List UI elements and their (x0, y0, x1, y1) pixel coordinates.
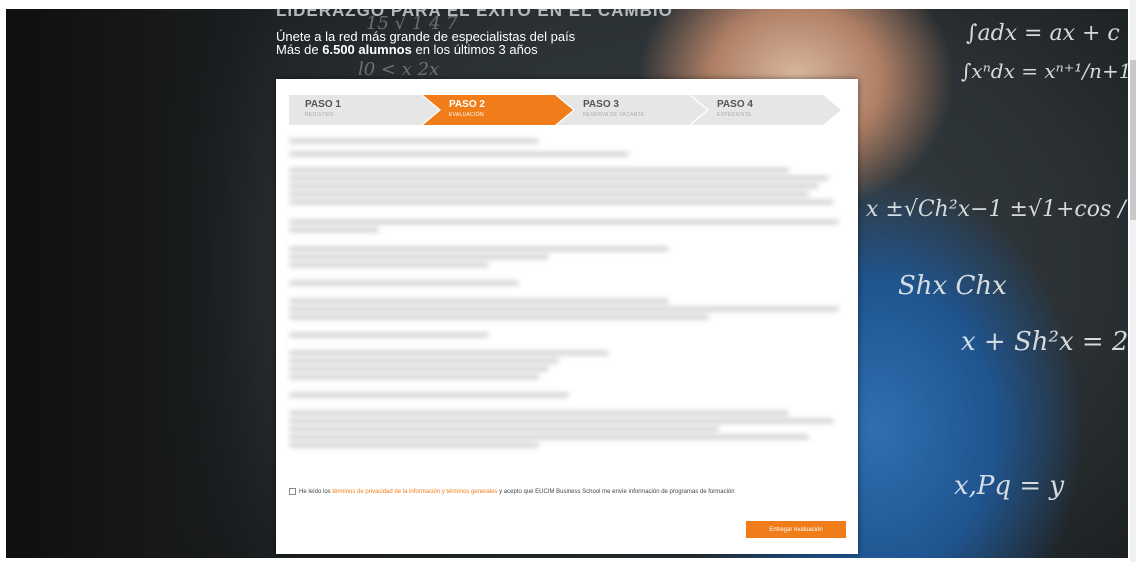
terms-suffix: y acepto que EUCIM Business School me en… (497, 489, 735, 496)
hero-stats-prefix: Más de (276, 42, 323, 57)
blurred-line (289, 192, 809, 196)
blurred-line (289, 351, 609, 355)
chalk-formula: ∫adx = ax + c (966, 21, 1120, 46)
blurred-line (289, 419, 834, 423)
step-title: PASO 4 (717, 99, 753, 110)
step-title: PASO 1 (305, 99, 341, 110)
background-chalkboard: ∫adx = ax + c ∫xⁿdx = xⁿ⁺¹/n+1 + c x ±√C… (6, 9, 1128, 558)
step-subtitle: EVALUACIÓN (449, 112, 484, 118)
blurred-line (289, 139, 539, 143)
blurred-line (289, 152, 629, 156)
blurred-line (289, 307, 839, 311)
blurred-line (289, 443, 539, 447)
blurred-line (289, 176, 829, 180)
blurred-line (289, 393, 569, 397)
step-1[interactable]: PASO 1 REGISTRO (289, 95, 439, 125)
blurred-questions (289, 139, 844, 484)
hero-stats: Más de 6.500 alumnos en los últimos 3 añ… (276, 42, 538, 57)
chalk-formula: Shx Chx (898, 271, 1007, 301)
background-dark-panel (6, 9, 276, 558)
evaluation-card: PASO 1 REGISTRO PASO 2 EVALUACIÓN PASO 3… (276, 79, 858, 554)
blurred-line (289, 315, 709, 319)
step-2[interactable]: PASO 2 EVALUACIÓN (423, 95, 573, 125)
submit-evaluation-button[interactable]: Entregar evaluación (746, 521, 846, 538)
blurred-line (289, 184, 819, 188)
step-progress: PASO 1 REGISTRO PASO 2 EVALUACIÓN PASO 3… (289, 95, 841, 125)
terms-checkbox[interactable] (289, 488, 296, 495)
terms-consent: He leído los términos de privacidad de l… (289, 488, 839, 497)
step-4[interactable]: PASO 4 EXPEDIENTE (691, 95, 841, 125)
hero-headline: LIDERAZGO PARA EL ÉXITO EN EL CAMBIO (276, 9, 673, 20)
step-title: PASO 3 (583, 99, 619, 110)
blurred-line (289, 375, 539, 379)
scrollbar-thumb[interactable] (1130, 60, 1136, 220)
terms-link[interactable]: términos de privacidad de la información… (332, 489, 497, 495)
chalk-formula: x + Sh²x = 2C (961, 327, 1128, 357)
blurred-line (289, 255, 549, 259)
step-subtitle: RESERVA DE VACANTE (583, 112, 645, 118)
step-subtitle: EXPEDIENTE (717, 112, 752, 118)
blurred-line (289, 220, 839, 224)
blurred-line (289, 200, 834, 204)
blurred-line (289, 411, 789, 415)
chalk-formula: ∫xⁿdx = xⁿ⁺¹/n+1 + c (961, 59, 1128, 83)
blurred-line (289, 263, 489, 267)
chalk-formula: x,Pq = y (954, 471, 1065, 501)
blurred-line (289, 435, 809, 439)
blurred-line (289, 228, 379, 232)
step-subtitle: REGISTRO (305, 112, 334, 118)
chalk-formula: x ±√Ch²x−1 ±√1+cos / cosec (866, 197, 1128, 222)
blurred-line (289, 427, 719, 431)
blurred-line (289, 367, 549, 371)
blurred-line (289, 299, 669, 303)
blurred-line (289, 359, 559, 363)
step-3[interactable]: PASO 3 RESERVA DE VACANTE (557, 95, 707, 125)
blurred-line (289, 281, 519, 285)
blurred-line (289, 247, 669, 251)
blurred-line (289, 333, 489, 337)
hero-stats-number: 6.500 alumnos (322, 42, 412, 57)
terms-prefix: He leído los (299, 489, 333, 496)
hero-stats-suffix: en los últimos 3 años (411, 42, 538, 57)
blurred-line (289, 168, 789, 172)
step-title: PASO 2 (449, 99, 485, 110)
page-scrollbar[interactable] (1130, 0, 1136, 562)
chalk-formula: l0 < x 2x (358, 59, 440, 80)
